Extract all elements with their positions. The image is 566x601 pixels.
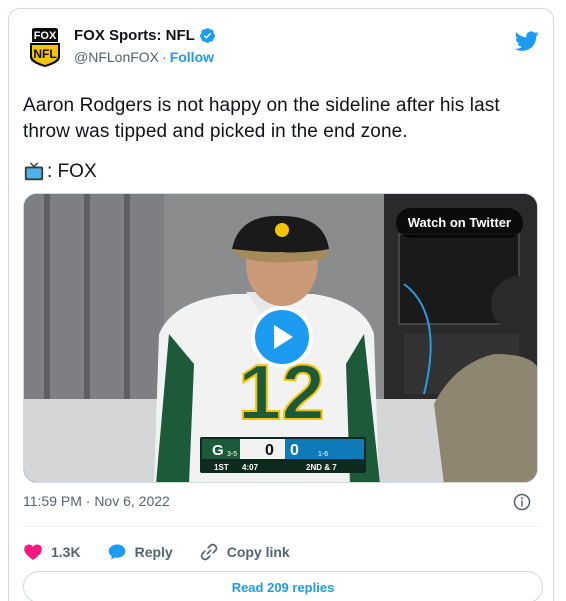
- read-replies-button[interactable]: Read 209 replies: [23, 571, 543, 601]
- heart-icon: [24, 544, 42, 560]
- author-info: FOX Sports: NFL @NFLonFOX · Follow: [74, 27, 216, 65]
- author-handle[interactable]: @NFLonFOX: [74, 49, 159, 65]
- scorebug-down: 2ND & 7: [306, 463, 337, 472]
- divider: [23, 526, 543, 527]
- scorebug-quarter: 1ST: [214, 463, 229, 472]
- scorebug-clock: 4:07: [242, 463, 259, 472]
- author-name-row[interactable]: FOX Sports: NFL: [74, 27, 216, 44]
- link-icon: [200, 543, 218, 561]
- info-icon[interactable]: [513, 493, 531, 511]
- tweet-credit: : FOX: [23, 161, 97, 183]
- video-player[interactable]: 12 G 3-5 0 0 1-6 1ST 4:07 2ND & 7 Watch …: [23, 193, 538, 483]
- action-bar: 1.3K Reply Copy link: [23, 537, 316, 567]
- separator: ·: [162, 49, 167, 65]
- tweet-card[interactable]: FOX NFL FOX Sports: NFL @NFLonFOX · Follow…: [8, 8, 554, 601]
- reply-label: Reply: [134, 544, 173, 560]
- fox-nfl-logo-icon: FOX NFL: [23, 25, 67, 69]
- home-score: 0: [265, 442, 274, 459]
- like-count: 1.3K: [51, 544, 81, 560]
- copy-link-button[interactable]: Copy link: [199, 542, 290, 562]
- verified-badge-icon: [199, 28, 215, 43]
- play-icon: [274, 325, 293, 349]
- scorebug: G 3-5 0 0 1-6 1ST 4:07 2ND & 7: [200, 437, 366, 473]
- away-record: 1-6: [318, 451, 328, 458]
- tweet-header: FOX NFL FOX Sports: NFL @NFLonFOX · Follow: [23, 23, 543, 71]
- tv-icon: [24, 162, 44, 181]
- reply-button[interactable]: Reply: [107, 542, 173, 562]
- follow-button[interactable]: Follow: [170, 49, 214, 65]
- svg-text:G: G: [212, 442, 224, 459]
- avatar[interactable]: FOX NFL: [23, 25, 67, 69]
- author-display-name[interactable]: FOX Sports: NFL: [74, 27, 195, 44]
- watch-on-twitter-button[interactable]: Watch on Twitter: [395, 208, 523, 238]
- like-button[interactable]: 1.3K: [23, 542, 81, 562]
- play-button[interactable]: [251, 306, 313, 368]
- tweet-text: Aaron Rodgers is not happy on the sideli…: [23, 95, 500, 142]
- home-record: 3-5: [227, 451, 237, 458]
- handle-row: @NFLonFOX · Follow: [74, 49, 216, 65]
- reply-bubble-icon: [108, 544, 125, 560]
- copy-link-label: Copy link: [226, 544, 290, 560]
- away-score: 0: [290, 442, 299, 459]
- credit-text: : FOX: [47, 161, 97, 182]
- tweet-timestamp[interactable]: 11:59 PM · Nov 6, 2022: [23, 493, 170, 509]
- avatar-logo-bottom: NFL: [33, 47, 56, 61]
- avatar-logo-top: FOX: [34, 30, 57, 42]
- twitter-logo-icon[interactable]: [515, 29, 539, 53]
